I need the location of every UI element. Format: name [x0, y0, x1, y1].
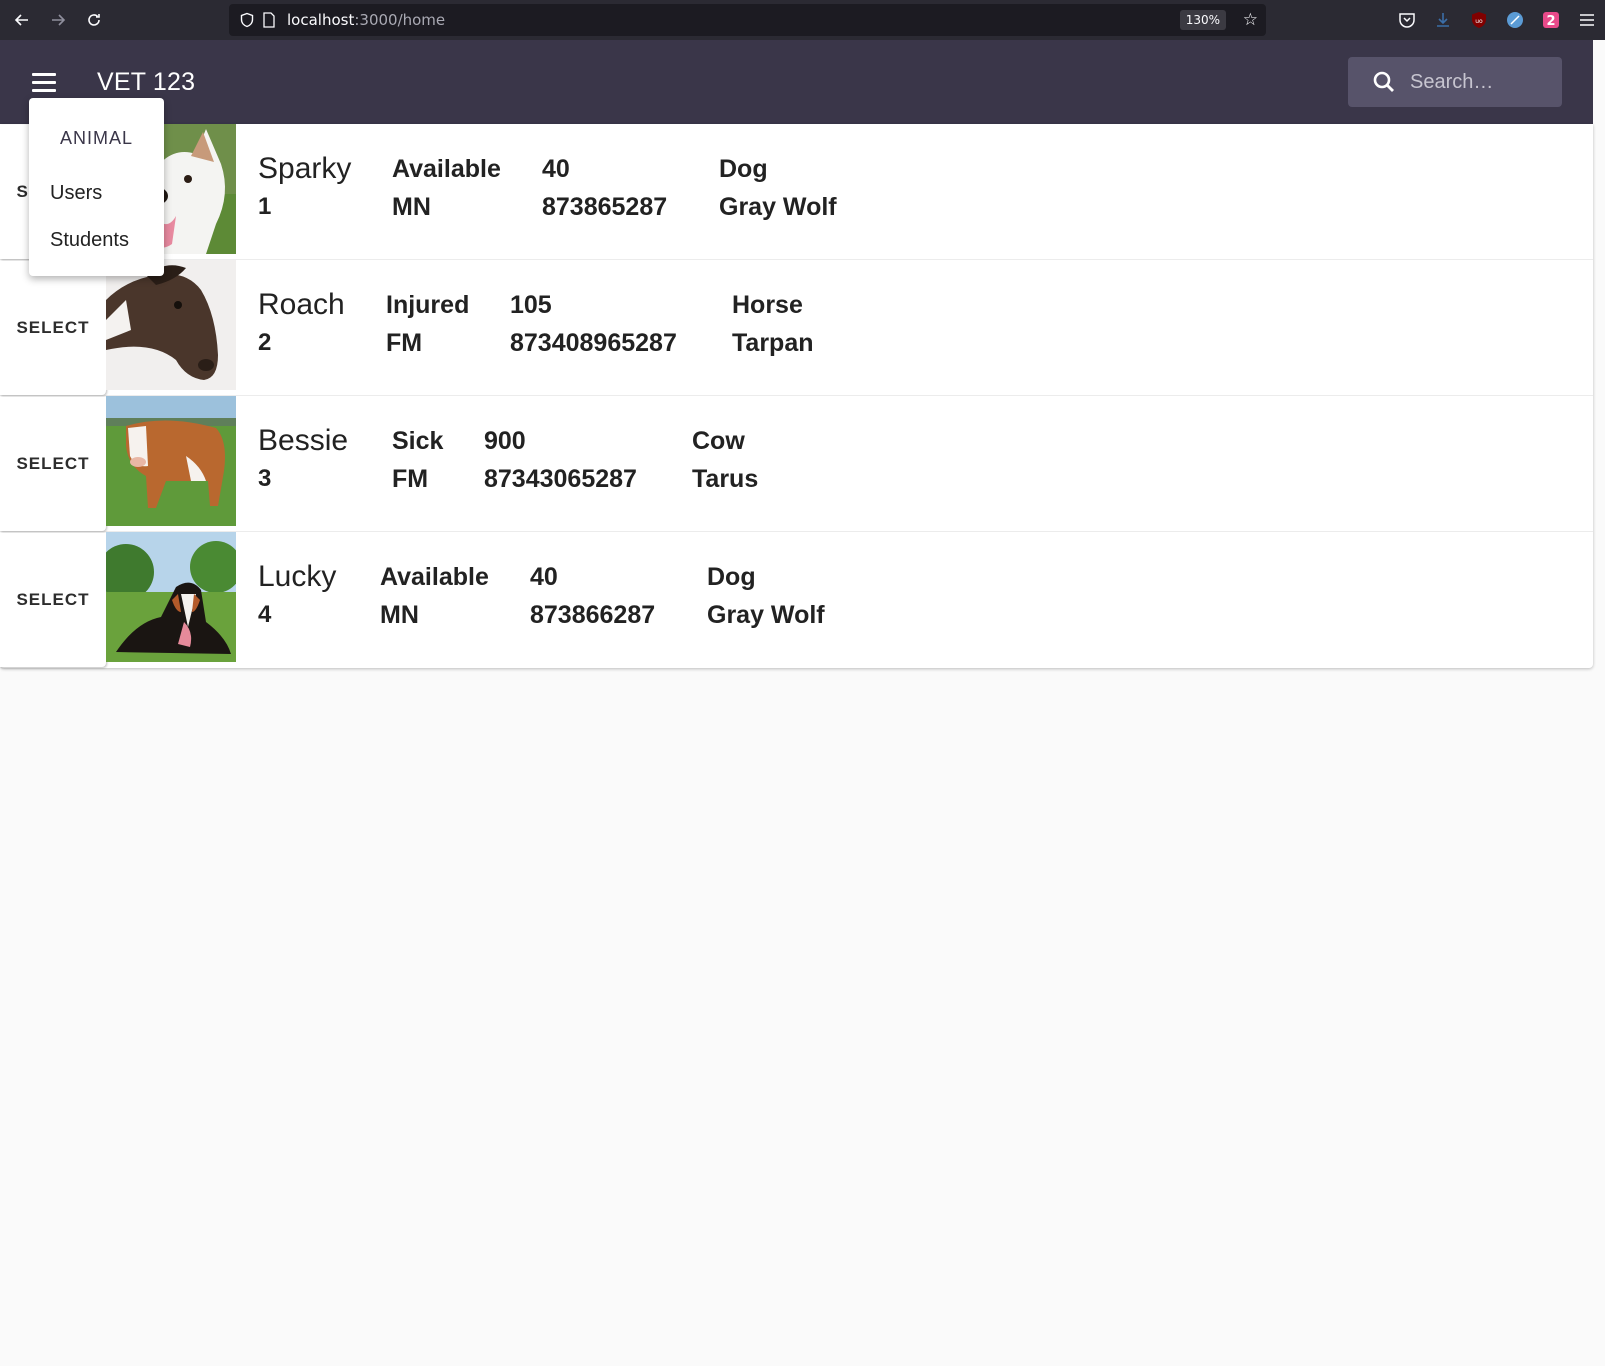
- list-item: SELECT Bessie 3 Sick FM 900 87343065287 …: [0, 396, 1593, 532]
- animal-status: Sick: [392, 427, 444, 455]
- app-title: VET 123: [97, 68, 196, 96]
- animal-status: Available: [380, 563, 489, 591]
- animal-photo: [106, 396, 236, 526]
- hamburger-menu-icon[interactable]: [28, 66, 60, 98]
- page-icon: [259, 10, 279, 30]
- animal-breed: Tarus: [692, 465, 759, 493]
- forward-button[interactable]: [40, 0, 76, 40]
- animal-photo: [106, 532, 236, 662]
- list-item: SELECT Lucky 4 Available MN 40 873866287…: [0, 532, 1593, 668]
- animal-name: Sparky: [258, 152, 352, 185]
- animal-name: Roach: [258, 288, 345, 321]
- ublock-icon[interactable]: uo: [1461, 0, 1497, 40]
- animal-weight: 40: [542, 155, 570, 183]
- menu-item-users[interactable]: Users: [50, 182, 102, 205]
- animal-tattoo: 873408965287: [510, 329, 677, 357]
- animal-list: SELECT Sparky 1 Available MN 40: [0, 124, 1593, 668]
- zoom-badge[interactable]: 130%: [1179, 10, 1226, 30]
- nav-dropdown-menu: ANIMAL Users Students: [29, 98, 164, 276]
- back-button[interactable]: [4, 0, 40, 40]
- search-box[interactable]: [1348, 57, 1562, 107]
- animal-name: Lucky: [258, 560, 337, 593]
- animal-weight: 900: [484, 427, 526, 455]
- animal-tattoo: 87343065287: [484, 465, 637, 493]
- animal-status: Available: [392, 155, 501, 183]
- extension-feather-icon[interactable]: [1497, 0, 1533, 40]
- animal-weight: 40: [530, 563, 558, 591]
- animal-name: Bessie: [258, 424, 349, 457]
- url-text: localhost:3000/home: [287, 11, 446, 29]
- app-bar: VET 123: [0, 40, 1593, 124]
- browser-menu-icon[interactable]: [1569, 0, 1605, 40]
- bookmark-star-icon[interactable]: ☆: [1243, 10, 1258, 30]
- list-item: SELECT Roach 2 Injured FM 105 8734089652…: [0, 260, 1593, 396]
- reload-button[interactable]: [76, 0, 112, 40]
- browser-toolbar: localhost:3000/home 130% ☆ uo 2: [0, 0, 1605, 40]
- animal-tattoo: 873865287: [542, 193, 668, 221]
- animal-species: Dog: [719, 155, 768, 183]
- animal-id: 3: [258, 465, 272, 492]
- animal-tattoo: 873866287: [530, 601, 656, 629]
- pocket-icon[interactable]: [1389, 0, 1425, 40]
- select-button[interactable]: SELECT: [0, 261, 106, 395]
- animal-id: 2: [258, 329, 272, 356]
- animal-id: 4: [258, 601, 272, 628]
- animal-species: Horse: [732, 291, 803, 319]
- animal-sex: FM: [392, 465, 429, 493]
- animal-breed: Gray Wolf: [707, 601, 825, 629]
- svg-text:uo: uo: [1475, 18, 1483, 25]
- animal-breed: Tarpan: [732, 329, 814, 357]
- download-icon[interactable]: [1425, 0, 1461, 40]
- animal-status: Injured: [386, 291, 470, 319]
- animal-species: Dog: [707, 563, 756, 591]
- animal-breed: Gray Wolf: [719, 193, 837, 221]
- select-button[interactable]: SELECT: [0, 533, 106, 667]
- animal-weight: 105: [510, 291, 552, 319]
- url-bar[interactable]: localhost:3000/home 130% ☆: [229, 4, 1266, 36]
- search-input[interactable]: [1410, 70, 1550, 94]
- animal-species: Cow: [692, 427, 745, 455]
- animal-sex: FM: [386, 329, 423, 357]
- menu-item-students[interactable]: Students: [50, 229, 129, 252]
- list-item: SELECT Sparky 1 Available MN 40: [0, 124, 1593, 260]
- select-button[interactable]: SELECT: [0, 397, 106, 531]
- animal-sex: MN: [380, 601, 419, 629]
- search-icon: [1373, 71, 1394, 92]
- animal-sex: MN: [392, 193, 431, 221]
- svg-text:2: 2: [1546, 14, 1555, 29]
- animal-id: 1: [258, 193, 272, 220]
- extension-z-icon[interactable]: 2: [1533, 0, 1569, 40]
- shield-icon[interactable]: [237, 10, 257, 30]
- menu-header-animal[interactable]: ANIMAL: [29, 128, 164, 149]
- animal-photo: [106, 260, 236, 390]
